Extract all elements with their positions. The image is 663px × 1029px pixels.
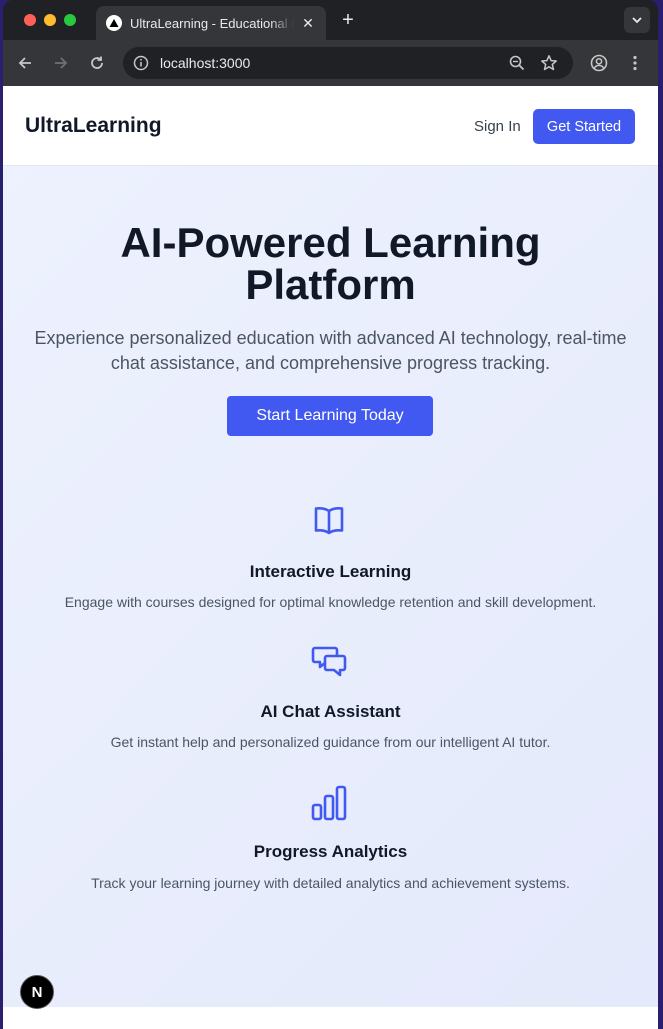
hero-subtitle: Experience personalized education with a… (31, 326, 630, 376)
browser-tab[interactable]: UltraLearning - Educational Platform ✕ (96, 6, 326, 40)
tab-title: UltraLearning - Educational Platform (130, 15, 294, 31)
minimize-window-button[interactable] (44, 14, 56, 26)
more-menu-icon[interactable] (625, 53, 645, 73)
maximize-window-button[interactable] (64, 14, 76, 26)
reload-icon[interactable] (87, 53, 107, 73)
get-started-button[interactable]: Get Started (533, 109, 635, 144)
feature-description: Track your learning journey with detaile… (91, 875, 570, 891)
bookmark-star-icon[interactable] (540, 54, 558, 72)
hero-subtitle-line: chat assistance, and comprehensive progr… (110, 353, 551, 373)
hero-title-line: AI-Powered Learning (120, 219, 541, 266)
bar-chart-icon (311, 785, 347, 821)
nextjs-dev-badge[interactable]: N (20, 975, 54, 1009)
chat-bubbles-icon (311, 646, 347, 677)
start-learning-button[interactable]: Start Learning Today (227, 396, 433, 436)
tab-search-button[interactable] (624, 7, 650, 33)
profile-icon[interactable] (589, 53, 609, 73)
favicon-icon (106, 15, 122, 31)
browser-toolbar: localhost:3000 (3, 40, 658, 86)
hero-title-line: Platform (245, 261, 416, 308)
hero-subtitle-line: Experience personalized education with a… (34, 328, 627, 348)
close-window-button[interactable] (24, 14, 36, 26)
feature-description: Get instant help and personalized guidan… (110, 734, 551, 750)
site-header: UltraLearning Sign In Get Started (3, 86, 658, 166)
feature-title: AI Chat Assistant (260, 702, 401, 721)
site-info-icon[interactable] (133, 55, 149, 71)
new-tab-icon[interactable]: + (337, 9, 359, 32)
chevron-down-icon (632, 17, 642, 24)
hero-title: AI-Powered Learning Platform (3, 222, 658, 306)
sign-in-link[interactable]: Sign In (474, 118, 521, 135)
page-content: UltraLearning Sign In Get Started AI-Pow… (3, 86, 658, 1029)
tab-close-icon[interactable]: ✕ (300, 15, 316, 32)
feature-title: Progress Analytics (253, 842, 408, 861)
feature-description: Engage with courses designed for optimal… (64, 594, 597, 610)
forward-icon[interactable] (51, 53, 71, 73)
brand-logo[interactable]: UltraLearning (25, 114, 162, 138)
address-bar[interactable]: localhost:3000 (123, 47, 573, 79)
book-open-icon (314, 507, 344, 535)
browser-window: UltraLearning - Educational Platform ✕ +… (3, 0, 658, 1029)
back-icon[interactable] (15, 53, 35, 73)
url-text[interactable]: localhost:3000 (160, 55, 250, 71)
tab-strip: UltraLearning - Educational Platform ✕ + (3, 0, 658, 40)
feature-title: Interactive Learning (249, 562, 412, 581)
zoom-icon[interactable] (508, 54, 526, 72)
page-footer (3, 1007, 658, 1029)
